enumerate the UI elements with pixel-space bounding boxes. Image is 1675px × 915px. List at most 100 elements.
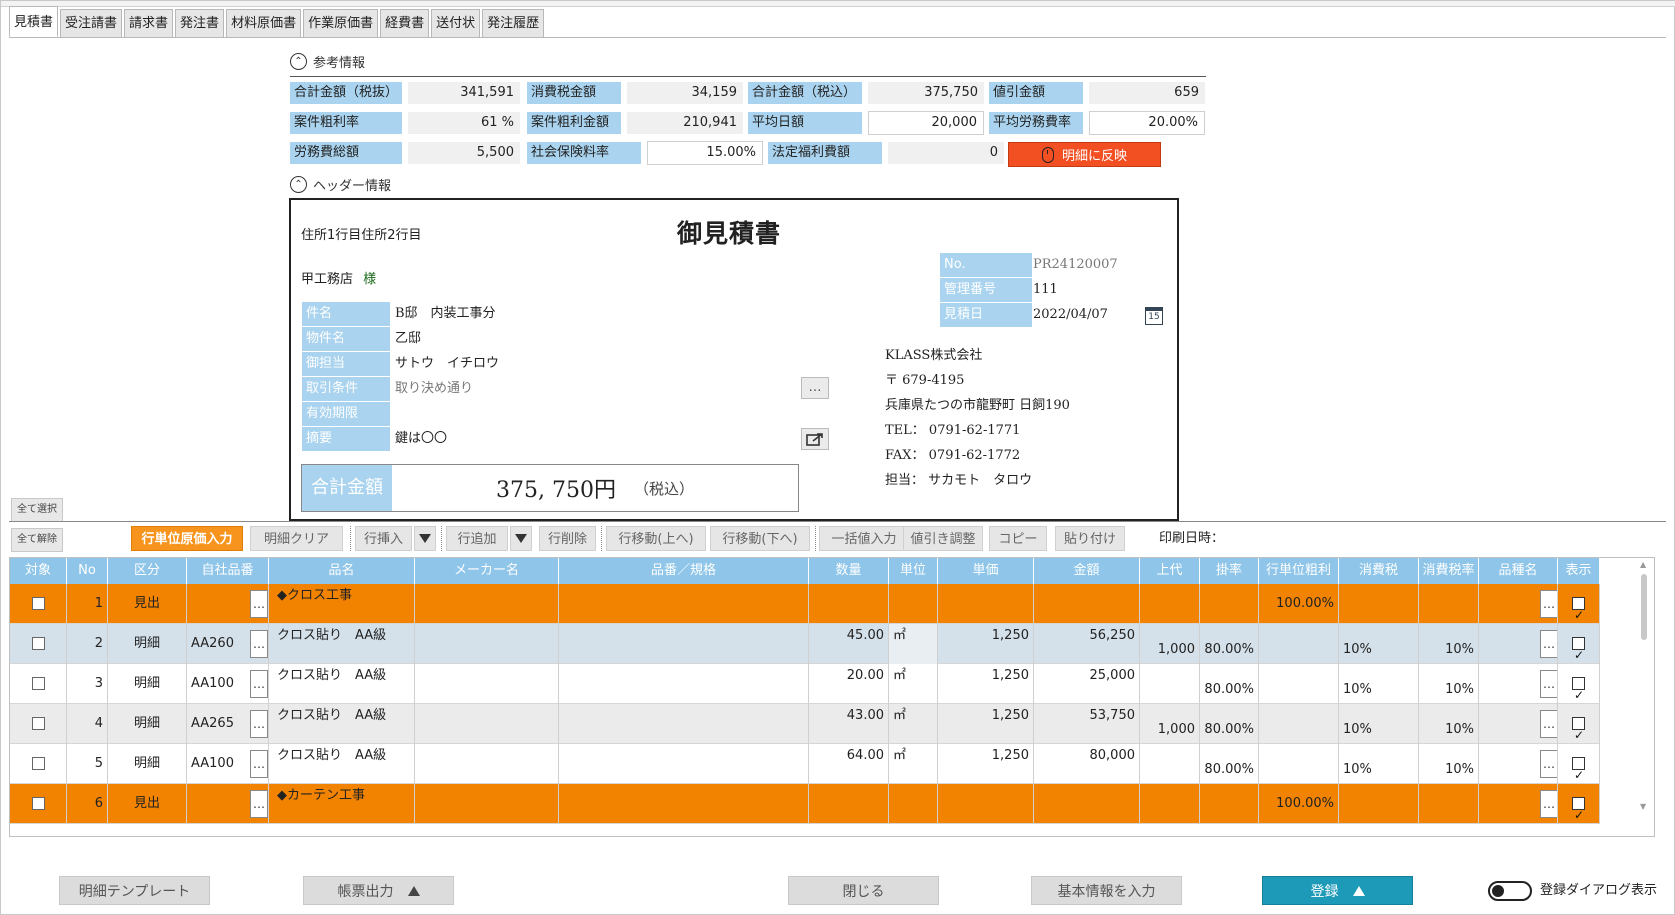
estimate-date-value[interactable]: 2022/04/07 xyxy=(1033,303,1108,327)
row-picker-button[interactable]: … xyxy=(250,790,268,818)
row-tax[interactable]: 10% xyxy=(1339,744,1419,784)
row-select-checkbox[interactable] xyxy=(31,677,45,690)
col-tax[interactable]: 消費税 xyxy=(1339,558,1419,584)
reflect-to-details-button[interactable]: 明細に反映 xyxy=(1008,142,1161,167)
clear-details-button[interactable]: 明細クリア xyxy=(250,526,343,551)
tab-order-history[interactable]: 発注履歴 xyxy=(482,9,545,37)
row-price[interactable] xyxy=(938,784,1034,824)
row-margin[interactable] xyxy=(1259,624,1339,664)
row-spec[interactable] xyxy=(559,624,809,664)
row-name[interactable]: クロス貼り AA級 xyxy=(269,624,415,664)
social-insurance-input[interactable]: 15.00% xyxy=(647,141,763,165)
row-select-checkbox[interactable] xyxy=(31,717,45,730)
row-unit[interactable]: ㎡ xyxy=(889,624,938,664)
row-code[interactable]: … xyxy=(187,584,269,624)
row-amount[interactable] xyxy=(1034,584,1140,624)
row-target-cell[interactable] xyxy=(10,584,67,624)
row-target-cell[interactable] xyxy=(10,784,67,824)
row-tax[interactable]: 10% xyxy=(1339,704,1419,744)
row-select-checkbox[interactable] xyxy=(31,597,45,610)
row-show-checkbox[interactable] xyxy=(1572,675,1585,704)
row-amount[interactable]: 25,000 xyxy=(1034,664,1140,704)
row-kind[interactable]: … xyxy=(1479,704,1558,744)
tab-estimate[interactable]: 見積書 xyxy=(9,6,59,37)
col-taxrate[interactable]: 消費税率 xyxy=(1419,558,1479,584)
contact-value[interactable]: サトウ イチロウ xyxy=(395,352,499,376)
row-select-checkbox[interactable] xyxy=(31,757,45,770)
copy-button[interactable]: コピー xyxy=(989,526,1047,551)
row-taxrate[interactable] xyxy=(1419,784,1479,824)
row-price[interactable]: 1,250 xyxy=(938,664,1034,704)
collapse-icon[interactable]: ⌃ xyxy=(290,176,307,193)
row-no[interactable]: 1 xyxy=(67,584,108,624)
detail-row[interactable]: 3 明細 AA100 … クロス貼り AA級 20.00 ㎡ 1,250 25,000 80.00… xyxy=(10,664,1600,704)
row-show-checkbox[interactable] xyxy=(1572,635,1585,664)
row-amount[interactable]: 80,000 xyxy=(1034,744,1140,784)
insert-row-dropdown[interactable] xyxy=(414,526,436,551)
row-picker-button[interactable]: … xyxy=(1540,710,1557,738)
row-kubun[interactable]: 明細 xyxy=(108,624,187,664)
col-margin[interactable]: 行単位粗利 xyxy=(1259,558,1339,584)
remarks-value[interactable]: 鍵は〇〇 xyxy=(395,427,447,451)
row-margin[interactable]: 100.00% xyxy=(1259,584,1339,624)
row-margin[interactable] xyxy=(1259,704,1339,744)
row-rate[interactable]: 80.00% xyxy=(1200,744,1259,784)
collapse-icon[interactable]: ⌃ xyxy=(290,53,307,70)
row-qty[interactable]: 64.00 xyxy=(809,744,889,784)
paste-button[interactable]: 貼り付け xyxy=(1055,526,1125,551)
row-show-checkbox[interactable] xyxy=(1572,595,1585,624)
row-picker-button[interactable]: … xyxy=(1540,670,1557,698)
col-price[interactable]: 単価 xyxy=(938,558,1034,584)
bulk-input-button[interactable]: 一括値入力 xyxy=(819,526,909,551)
row-picker-button[interactable]: … xyxy=(1540,630,1557,658)
basic-info-button[interactable]: 基本情報を入力 xyxy=(1031,876,1182,905)
row-no[interactable]: 4 xyxy=(67,704,108,744)
terms-picker-button[interactable]: … xyxy=(801,377,829,399)
row-unit[interactable]: ㎡ xyxy=(889,664,938,704)
row-target-cell[interactable] xyxy=(10,704,67,744)
row-retail[interactable] xyxy=(1140,784,1200,824)
scroll-down-icon[interactable]: ▼ xyxy=(1640,802,1646,811)
row-maker[interactable] xyxy=(415,744,559,784)
scroll-up-icon[interactable]: ▲ xyxy=(1640,560,1646,569)
close-button[interactable]: 閉じる xyxy=(788,876,939,905)
row-kubun[interactable]: 明細 xyxy=(108,664,187,704)
move-row-down-button[interactable]: 行移動(下へ) xyxy=(710,526,810,551)
row-kubun[interactable]: 見出 xyxy=(108,784,187,824)
row-rate[interactable]: 80.00% xyxy=(1200,624,1259,664)
row-taxrate[interactable]: 10% xyxy=(1419,624,1479,664)
row-code[interactable]: … xyxy=(187,784,269,824)
row-qty[interactable]: 45.00 xyxy=(809,624,889,664)
row-show-cell[interactable] xyxy=(1558,624,1600,664)
row-show-checkbox[interactable] xyxy=(1572,755,1585,784)
col-spec[interactable]: 品番／規格 xyxy=(559,558,809,584)
row-kind[interactable]: … xyxy=(1479,784,1558,824)
col-kind[interactable]: 品種名 xyxy=(1479,558,1558,584)
row-show-cell[interactable] xyxy=(1558,584,1600,624)
col-show[interactable]: 表示 xyxy=(1558,558,1600,584)
row-qty[interactable]: 20.00 xyxy=(809,664,889,704)
row-unit[interactable]: ㎡ xyxy=(889,704,938,744)
move-row-up-button[interactable]: 行移動(上へ) xyxy=(606,526,706,551)
register-dialog-toggle[interactable] xyxy=(1488,881,1532,901)
row-price[interactable]: 1,250 xyxy=(938,704,1034,744)
row-tax[interactable] xyxy=(1339,784,1419,824)
discount-adjust-button[interactable]: 値引き調整 xyxy=(903,526,983,551)
row-select-checkbox[interactable] xyxy=(31,637,45,650)
row-qty[interactable] xyxy=(809,784,889,824)
row-taxrate[interactable]: 10% xyxy=(1419,744,1479,784)
row-maker[interactable] xyxy=(415,704,559,744)
row-maker[interactable] xyxy=(415,624,559,664)
row-no[interactable]: 2 xyxy=(67,624,108,664)
row-code[interactable]: AA100… xyxy=(187,664,269,704)
add-row-dropdown[interactable] xyxy=(510,526,532,551)
scroll-thumb[interactable] xyxy=(1641,574,1647,640)
row-code[interactable]: AA100… xyxy=(187,744,269,784)
row-select-checkbox[interactable] xyxy=(31,797,45,810)
tab-purchase-order[interactable]: 発注書 xyxy=(175,9,225,37)
row-kubun[interactable]: 明細 xyxy=(108,744,187,784)
detail-row[interactable]: 4 明細 AA265 … クロス貼り AA級 43.00 ㎡ 1,250 53,750 1,000… xyxy=(10,704,1600,744)
row-amount[interactable]: 56,250 xyxy=(1034,624,1140,664)
avg-daily-input[interactable]: 20,000 xyxy=(868,111,984,135)
row-tax[interactable]: 10% xyxy=(1339,624,1419,664)
